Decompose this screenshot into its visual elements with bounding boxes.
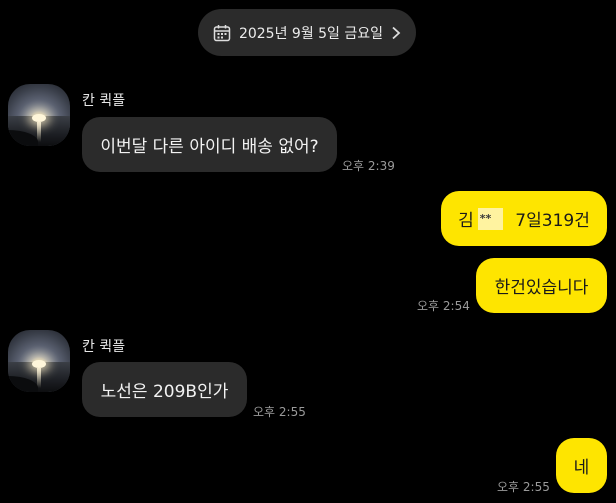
sender-name: 칸 퀵플 bbox=[82, 339, 126, 355]
calendar-icon bbox=[213, 24, 231, 41]
message-text-count: 7일319건 bbox=[515, 211, 590, 231]
sender-name: 칸 퀵플 bbox=[82, 93, 126, 109]
message-text: 한건있습니다 bbox=[494, 278, 589, 298]
avatar[interactable] bbox=[8, 330, 70, 392]
incoming-message-bubble[interactable]: 이번달 다른 아이디 배송 없어? bbox=[82, 117, 337, 172]
outgoing-message-bubble[interactable]: 김 ** 7일319건 bbox=[441, 191, 607, 246]
message-timestamp: 오후 2:39 bbox=[342, 159, 395, 173]
outgoing-message-bubble[interactable]: 한건있습니다 bbox=[476, 258, 607, 313]
message-timestamp: 오후 2:55 bbox=[497, 480, 550, 494]
date-divider-label: 2025년 9월 5일 금요일 bbox=[238, 25, 384, 42]
message-text: 네 bbox=[573, 458, 590, 478]
avatar[interactable] bbox=[8, 84, 70, 146]
masked-text: ** bbox=[477, 207, 504, 230]
message-text: 이번달 다른 아이디 배송 없어? bbox=[100, 137, 319, 157]
message-timestamp: 오후 2:54 bbox=[417, 299, 470, 313]
message-text: 노선은 209B인가 bbox=[100, 382, 229, 402]
incoming-message-bubble[interactable]: 노선은 209B인가 bbox=[82, 362, 247, 417]
date-divider[interactable]: 2025년 9월 5일 금요일 bbox=[198, 9, 416, 56]
message-timestamp: 오후 2:55 bbox=[253, 405, 306, 419]
message-text-name: 김 bbox=[458, 211, 474, 231]
outgoing-message-bubble[interactable]: 네 bbox=[556, 438, 607, 493]
chevron-right-icon bbox=[392, 26, 401, 39]
